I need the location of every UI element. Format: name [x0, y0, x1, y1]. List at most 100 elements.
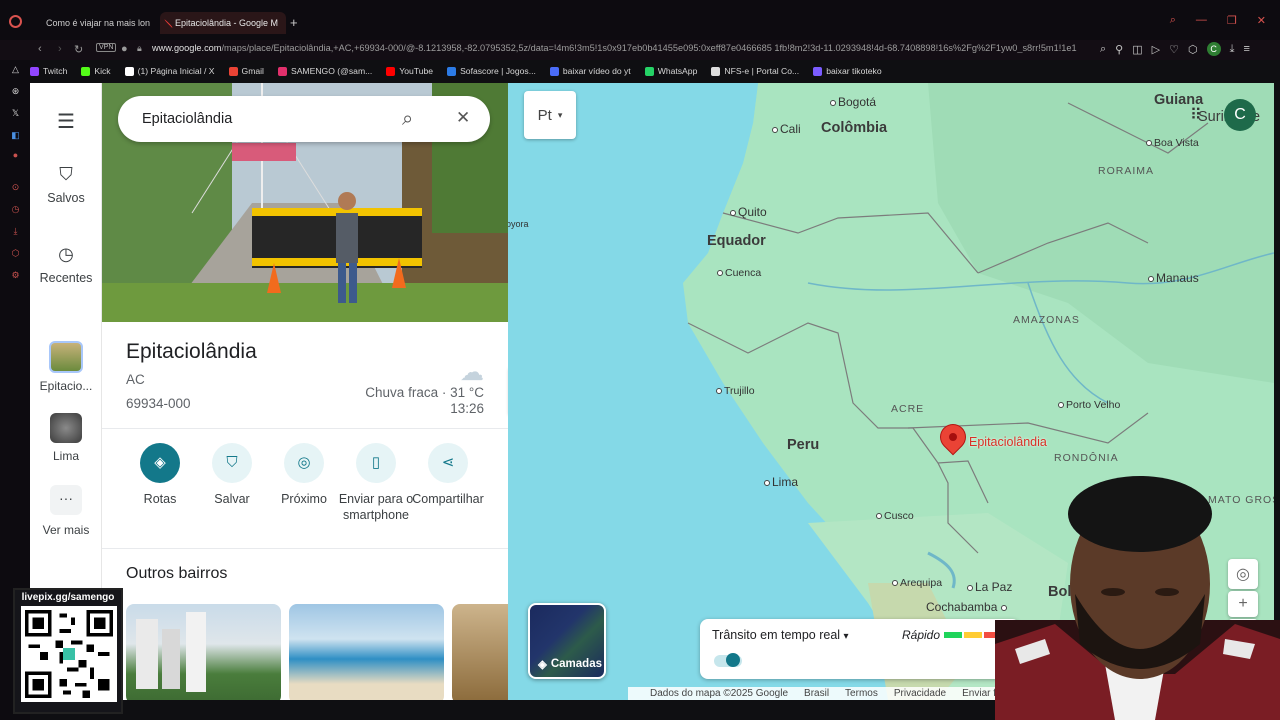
language-button[interactable]: Pt ▾ [524, 91, 576, 139]
toggle-knob [726, 653, 740, 667]
zoom-icon[interactable]: ⌕ [1100, 43, 1106, 56]
bookmark-favicon-icon [228, 66, 238, 76]
place-title: Epitaciolândia [126, 340, 257, 363]
bookmark-item[interactable]: WhatsApp [644, 66, 697, 76]
map-country-equador: Equador [707, 233, 766, 249]
bookmark-item[interactable]: YouTube [386, 66, 433, 76]
bookmark-label: baixar vídeo do yt [562, 66, 631, 76]
bookmark-favicon-icon [711, 66, 721, 76]
map-footer-region[interactable]: Brasil [804, 688, 829, 699]
browser-tab[interactable]: Como é viajar na mais lon [32, 12, 154, 34]
music-icon[interactable]: ● [10, 150, 21, 161]
recent-place-lima[interactable]: Lima [30, 413, 102, 463]
place-state: AC [126, 372, 145, 387]
bookmark-favicon-icon [30, 66, 39, 76]
bookmark-item[interactable]: SAMENGO (@sam... [277, 66, 372, 76]
neighborhood-card[interactable] [289, 604, 444, 700]
bookmark-item[interactable]: Gmail [228, 66, 264, 76]
forward-icon[interactable]: › [58, 43, 62, 55]
save-button[interactable]: ⛉ Salvar [194, 443, 270, 507]
map-footer-privacy[interactable]: Privacidade [894, 688, 946, 699]
traffic-dropdown[interactable]: Trânsito em tempo real ▾ [712, 628, 849, 642]
more-button[interactable]: ··· Ver mais [30, 485, 102, 537]
search-box[interactable]: Epitaciolândia ⌕ ✕ [118, 96, 490, 142]
history-icon[interactable]: ◷ [10, 204, 21, 215]
bookmark-item[interactable]: Sofascore | Jogos... [447, 66, 536, 76]
rain-cloud-icon: ☁ [460, 359, 484, 386]
layers-label: Camadas [550, 658, 602, 670]
action-label: Compartilhar [412, 492, 484, 506]
x-icon[interactable]: 𝕏 [10, 108, 21, 119]
minimize-icon[interactable]: — [1196, 14, 1207, 27]
back-icon[interactable]: ‹ [38, 43, 42, 55]
bookmark-item[interactable]: Kick [81, 66, 111, 76]
share-button[interactable]: ⋖ Compartilhar [410, 443, 486, 507]
search-tabs-icon[interactable]: ⌕ [1170, 14, 1176, 27]
account-avatar[interactable]: C [1224, 99, 1256, 131]
snapshot-icon[interactable]: ◫ [1132, 43, 1142, 56]
hamburger-menu-icon[interactable]: ☰ [30, 109, 102, 134]
neighborhood-card[interactable] [126, 604, 281, 700]
downloads-icon[interactable]: ⤓ [10, 226, 21, 237]
nearby-button[interactable]: ◎ Próximo [266, 443, 342, 507]
bookmark-item[interactable]: NFS-e | Portal Co... [711, 66, 799, 76]
recent-label: Recentes [39, 271, 93, 285]
extensions-side-icon[interactable]: ⬡ [10, 248, 21, 259]
map-city-lima: Lima [764, 475, 798, 489]
bookmark-item[interactable]: baixar tikoteko [813, 66, 882, 76]
lock-icon[interactable]: 🔒︎ [137, 43, 142, 54]
map-footer-terms[interactable]: Termos [845, 688, 878, 699]
search-input[interactable]: Epitaciolândia [142, 111, 232, 127]
play-icon[interactable]: ▷ [1152, 43, 1160, 56]
bookmark-icon: ⛉ [212, 443, 252, 483]
directions-button[interactable]: ◈ Rotas [122, 443, 198, 507]
messenger-icon[interactable]: ◧ [10, 130, 21, 141]
opera-logo-icon[interactable] [9, 15, 22, 28]
vpn-badge[interactable]: VPN [96, 43, 117, 52]
extensions-icon[interactable]: ⬡ [1188, 43, 1198, 56]
traffic-green [944, 632, 962, 638]
profile-avatar[interactable]: C [1206, 42, 1221, 56]
clear-search-icon[interactable]: ✕ [456, 108, 470, 128]
bookmark-item[interactable]: baixar vídeo do yt [549, 66, 631, 76]
recent-place-epitaciolandia[interactable]: Epitacio... [30, 341, 102, 393]
aria-icon[interactable]: △ [10, 64, 21, 75]
map-data-credit: Dados do mapa ©2025 Google [650, 688, 789, 699]
heart-icon[interactable]: ♡ [1169, 43, 1179, 56]
send-to-phone-button[interactable]: ▯ Enviar para o smartphone [338, 443, 414, 523]
new-tab-button[interactable]: + [290, 15, 298, 30]
location-icon[interactable]: ● [121, 43, 128, 55]
place-thumbnail [49, 341, 83, 373]
browser-tab-bar: Como é viajar na mais lon Epitaciolândia… [0, 0, 1280, 40]
place-panel: Epitaciolândia ⌕ ✕ Epitaciolândia AC 699… [102, 83, 508, 700]
layers-label-row: ◈ Camadas [538, 657, 602, 671]
address-bar-icons: ⌕ ⚲ ◫ ▷ ♡ ⬡ C ⤓ ≡ [1100, 42, 1250, 56]
saved-button[interactable]: ⛉ Salvos [30, 163, 102, 205]
map-city-manaus: Manaus [1148, 271, 1199, 285]
recent-button[interactable]: ◷ Recentes [30, 243, 102, 285]
bookmark-item[interactable]: Twitch [30, 66, 67, 76]
bookmark-icon: ⛉ [59, 164, 73, 184]
map-state-rondonia: RONDÔNIA [1054, 452, 1119, 464]
player-icon[interactable]: ⊙ [10, 182, 21, 193]
neighborhood-card[interactable] [452, 604, 508, 700]
browser-tab-active[interactable]: Epitaciolândia - Google M [160, 12, 286, 34]
close-icon[interactable]: ✕ [1257, 14, 1266, 27]
url-field[interactable]: www.google.com/maps/place/Epitaciolândia… [152, 43, 1082, 53]
pin-icon[interactable]: ⚲ [1115, 43, 1123, 56]
search-icon[interactable]: ⌕ [402, 108, 413, 131]
map-state-amazonas: AMAZONAS [1013, 314, 1080, 326]
download-icon[interactable]: ⤓ [1230, 43, 1235, 56]
layers-icon: ◈ [538, 659, 547, 671]
chatgpt-icon[interactable]: ⊛ [10, 86, 21, 97]
bookmark-item[interactable]: (1) Página Inicial / X [124, 66, 215, 76]
layers-button[interactable]: ◈ Camadas [528, 603, 606, 679]
map-city-trujillo: Trujillo [716, 385, 755, 397]
reload-icon[interactable]: ↻ [74, 43, 83, 56]
settings-icon[interactable]: ⚙ [10, 270, 21, 281]
action-label: Rotas [143, 492, 177, 506]
bookmark-label: NFS-e | Portal Co... [724, 66, 800, 76]
menu-icon[interactable]: ≡ [1243, 43, 1249, 55]
maximize-icon[interactable]: ❐ [1227, 14, 1237, 27]
apps-grid-icon[interactable]: ⠿ [1190, 105, 1202, 125]
